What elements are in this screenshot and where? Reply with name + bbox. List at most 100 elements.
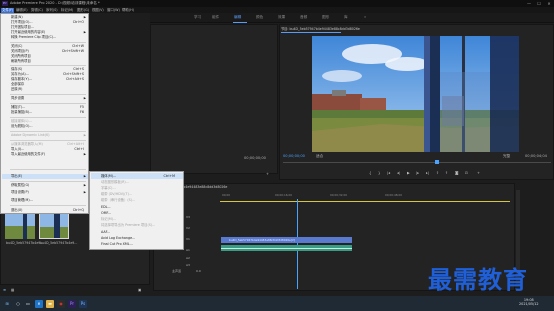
submenu-item-tape-serial[interactable]: 磁带（串行设备）(S)... bbox=[91, 197, 183, 203]
track-a1-label[interactable]: A1 bbox=[186, 248, 190, 252]
menu-separator bbox=[10, 181, 86, 182]
tab-audio[interactable]: 音频 bbox=[300, 15, 307, 20]
menu-item-refresh-all[interactable]: 刷新所有项目 bbox=[2, 59, 88, 64]
program-video-frame bbox=[312, 36, 519, 152]
step-forward-icon[interactable]: |▸ bbox=[416, 171, 419, 175]
tab-assembly[interactable]: 组件 bbox=[212, 15, 219, 20]
master-volume-value[interactable]: 0.0 bbox=[196, 269, 201, 273]
premiere-logo-icon: Pr bbox=[2, 1, 8, 6]
new-item-icon[interactable]: ▣ bbox=[138, 288, 141, 292]
menu-item-project-manager[interactable]: 项目管理(M)... bbox=[2, 198, 88, 203]
menu-item-get-properties[interactable]: 获取属性(G) ▶ bbox=[2, 183, 88, 188]
menu-item-project-settings[interactable]: 项目设置(P) ▶ bbox=[2, 190, 88, 195]
maximize-button[interactable]: ☐ bbox=[534, 0, 544, 7]
workspace-tabs: 学习 组件 编辑 颜色 效果 音频 图形 库 » bbox=[150, 13, 554, 23]
menu-item-sync-settings[interactable]: 同步设置 ▶ bbox=[2, 96, 88, 101]
clip-thumbnail-image bbox=[5, 212, 35, 239]
project-item-thumbnail[interactable] bbox=[5, 212, 35, 239]
tab-effects[interactable]: 效果 bbox=[278, 15, 285, 20]
submenu-item-final-cut-pro-xml[interactable]: Final Cut Pro XML... bbox=[91, 241, 183, 247]
file-explorer-icon[interactable]: ▬ bbox=[46, 300, 54, 308]
menu-item-dynamic-link[interactable]: Adobe Dynamic Link(K) ▶ bbox=[2, 133, 88, 138]
track-a2-label[interactable]: A2 bbox=[186, 256, 190, 260]
work-area-bar[interactable] bbox=[220, 201, 510, 202]
menu-marker[interactable]: 标记(M) bbox=[60, 8, 74, 13]
extract-icon[interactable]: ⇪ bbox=[445, 171, 448, 175]
tab-libraries[interactable]: 库 bbox=[344, 15, 348, 20]
camera-icon[interactable]: ◙ bbox=[455, 171, 459, 175]
menu-separator bbox=[10, 103, 86, 104]
menu-graphics[interactable]: 图形(G) bbox=[76, 8, 90, 13]
tab-color[interactable]: 颜色 bbox=[256, 15, 263, 20]
timeline-video-clip[interactable]: bu4D_5eb57947b4e94483e88c8dd3d8026e[V] bbox=[221, 237, 352, 243]
list-view-icon[interactable]: ≡ bbox=[3, 288, 6, 292]
chrome-icon[interactable]: ◉ bbox=[57, 300, 65, 308]
icon-view-icon[interactable]: ▦ bbox=[11, 288, 14, 292]
program-scrub-bar[interactable] bbox=[283, 162, 551, 163]
menu-item-exit[interactable]: 退出(X) Ctrl+Q bbox=[2, 208, 88, 213]
minimize-button[interactable]: — bbox=[524, 0, 534, 7]
step-back-icon[interactable]: ◂| bbox=[397, 171, 400, 175]
tab-learn[interactable]: 学习 bbox=[194, 15, 201, 20]
project-item-label: bu4D_5eb57947b4e9... bbox=[40, 241, 78, 245]
menu-item-make-offline[interactable]: 设为脱机(O)... bbox=[2, 124, 88, 129]
mark-in-icon[interactable]: { bbox=[369, 171, 371, 175]
menu-view[interactable]: 视图(V) bbox=[91, 8, 105, 13]
zoom-fit-select[interactable]: 适合 bbox=[316, 154, 323, 159]
tab-editing[interactable]: 编辑 bbox=[234, 15, 241, 20]
program-playhead[interactable] bbox=[435, 160, 439, 164]
tab-graphics[interactable]: 图形 bbox=[322, 15, 329, 20]
premiere-taskbar-icon[interactable]: Pr bbox=[68, 300, 76, 308]
master-track-label: 主声道 bbox=[172, 269, 182, 273]
quality-select[interactable]: 完整 bbox=[503, 154, 510, 159]
menu-item-import-recent[interactable]: 导入最近使用的文件(F) ▶ bbox=[2, 152, 88, 157]
project-panel-toolbar: ≡ ▦ ▣ bbox=[0, 286, 150, 296]
button-editor-icon[interactable]: ⊡ bbox=[465, 171, 468, 175]
go-to-out-icon[interactable]: ▸| bbox=[426, 171, 429, 175]
photoshop-taskbar-icon[interactable]: Ps bbox=[79, 300, 87, 308]
edge-browser-icon[interactable]: e bbox=[35, 300, 43, 308]
add-button-icon[interactable]: + bbox=[477, 171, 480, 175]
lift-icon[interactable]: ⇧ bbox=[436, 171, 439, 175]
program-timecode-out: 00;00;04;04 bbox=[525, 154, 547, 158]
mark-out-icon[interactable]: } bbox=[378, 171, 380, 175]
timeline-playhead[interactable] bbox=[297, 199, 298, 289]
project-item-thumbnail[interactable] bbox=[39, 212, 69, 239]
transport-controls: { } |◂ ◂| ▶ |▸ ▸| ⇧ ⇪ ◙ ⊡ + bbox=[369, 171, 489, 177]
track-v1-label[interactable]: V1 bbox=[186, 237, 190, 241]
menu-item-export[interactable]: 导出(E) ▶ bbox=[2, 174, 88, 179]
watermark-text: 最需教育 bbox=[428, 265, 528, 294]
track-v2-label[interactable]: V2 bbox=[186, 226, 190, 230]
menu-sequence[interactable]: 序列(S) bbox=[45, 8, 59, 13]
menu-separator bbox=[10, 65, 86, 66]
menu-item-revert[interactable]: 还原(R) bbox=[2, 87, 88, 92]
go-to-in-icon[interactable]: |◂ bbox=[387, 171, 390, 175]
menu-file[interactable]: 文件(F) bbox=[1, 7, 15, 13]
source-monitor-panel bbox=[150, 24, 278, 174]
close-button[interactable]: ✕ bbox=[544, 0, 554, 7]
task-view-icon[interactable]: ▭ bbox=[24, 300, 32, 308]
program-timecode-in[interactable]: 00;00;00;00 bbox=[283, 154, 305, 158]
source-add-button[interactable]: + bbox=[266, 172, 269, 176]
menu-edit[interactable]: 编辑(E) bbox=[15, 8, 29, 13]
menu-clip[interactable]: 剪辑(C) bbox=[30, 8, 44, 13]
track-v3-label[interactable]: V3 bbox=[186, 215, 190, 219]
menu-item-batch-capture[interactable]: 批量捕捉(B)... F6 bbox=[2, 110, 88, 115]
search-icon[interactable]: ○ bbox=[14, 300, 22, 308]
menu-window[interactable]: 窗口(W) bbox=[106, 8, 121, 13]
windows-start-icon[interactable]: ⊞ bbox=[3, 300, 11, 308]
taskbar-clock[interactable]: 19:08 2021/05/12 bbox=[519, 298, 539, 306]
play-icon[interactable]: ▶ bbox=[407, 171, 410, 175]
title-bar: Pr Adobe Premiere Pro 2020 - D:\视频\培训课程\… bbox=[0, 0, 554, 7]
submenu-item-selection-as-project[interactable]: 将选择项导出为 Premiere 项目(S)... bbox=[91, 222, 183, 228]
ruler-label: 00;00 bbox=[222, 193, 231, 197]
track-a3-label[interactable]: A3 bbox=[186, 263, 190, 267]
file-menu-dropdown: 新建(N) ▶ 打开项目(O)... Ctrl+O 打开团队项目... 打开最近使用… bbox=[0, 13, 89, 214]
menu-separator bbox=[10, 42, 86, 43]
menu-separator bbox=[10, 205, 86, 206]
clip-thumbnail-image bbox=[40, 213, 68, 238]
ruler-label: 00;00;16;00 bbox=[275, 193, 293, 197]
menu-help[interactable]: 帮助(H) bbox=[121, 8, 135, 13]
menu-item-convert-clip[interactable]: 转换 Premiere Clip 项目(C)... bbox=[2, 35, 88, 40]
tab-more[interactable]: » bbox=[364, 15, 366, 19]
